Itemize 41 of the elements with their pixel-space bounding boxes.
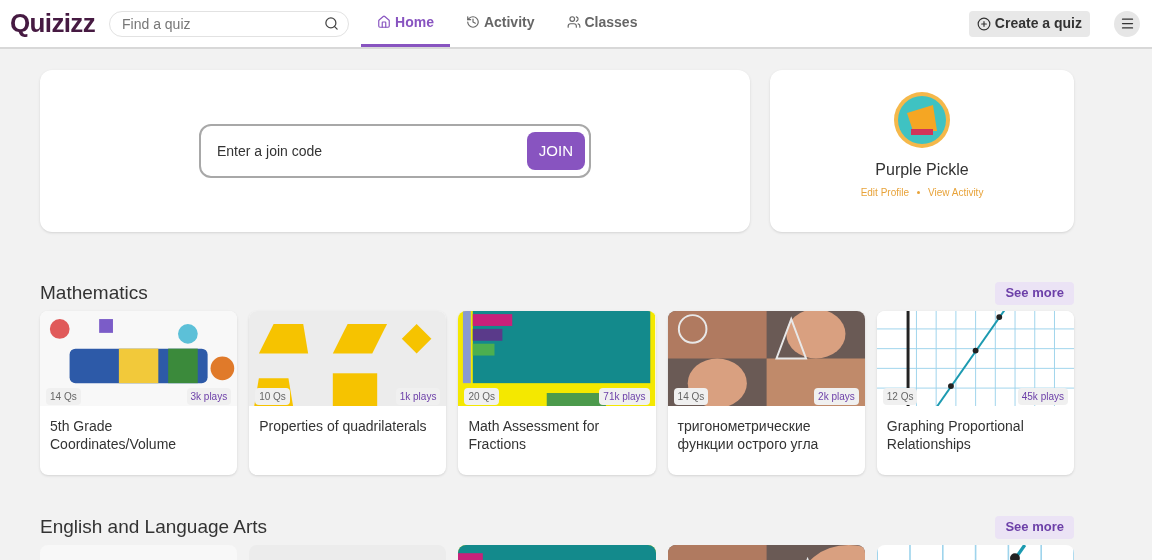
quiz-title: Math Assessment for Fractions [467,417,601,453]
plus-icon [976,16,991,31]
join-button[interactable]: JOIN [526,132,585,170]
play-count: 1k plays [395,388,441,405]
question-count: 10 Qs [255,388,290,405]
avatar [893,91,951,149]
quiz-card[interactable]: 14 Qs 3k plays 5th Grade Coordinates/Volume [40,311,238,475]
nav-tab[interactable]: Activity [449,0,551,47]
quiz-title: Graphing Proportional Relationships [885,417,1025,453]
quiz-title: Properties of quadrilaterals [258,417,428,435]
search-field[interactable]: Find a quiz [109,10,349,37]
section-title: Mathematics [40,280,148,305]
question-count: 14 Qs [46,388,81,405]
quiz-title: 5th Grade Coordinates/Volume [49,417,178,453]
users-icon [566,15,581,29]
quiz-title: тригонометрические функции острого угла [676,417,820,453]
question-count: 14 Qs [673,388,709,405]
play-count: 3k plays [186,388,232,405]
menu-icon [1119,16,1135,31]
play-count: 45k plays [1017,388,1068,405]
quiz-card[interactable]: 20 Qs 71k plays Math Assessment for Fractions [458,311,656,475]
join-field[interactable]: Enter a join code JOIN [199,124,591,178]
question-count: 12 Qs [882,388,918,405]
question-count: 20 Qs [464,388,500,405]
menu-button[interactable] [1114,10,1140,37]
see-more-button[interactable]: See more [995,281,1074,305]
create-quiz-button[interactable]: Create a quiz [968,10,1090,37]
profile-name: Purple Pickle [875,160,969,180]
quiz-card[interactable]: 12 Qs 45k plays Graphing Proportional Relationships [876,311,1074,475]
quiz-card[interactable]: 10 Qs 1k plays Properties of quadrilaterals [249,311,447,475]
quiz-card[interactable]: 14 Qs 2k plays тригонометрические функции острого угла [667,311,865,475]
see-more-button[interactable]: See more [995,515,1074,539]
clock-icon [465,15,480,29]
play-count: 2k plays [814,388,859,405]
section-title: English and Language Arts [40,514,268,539]
logo[interactable]: Quizizz [10,4,95,43]
nav-tab[interactable]: Classes [550,0,654,47]
nav-tab[interactable]: Home [361,0,450,47]
play-count: 71k plays [599,388,650,405]
search-icon[interactable] [324,15,339,31]
home-icon [377,15,391,29]
